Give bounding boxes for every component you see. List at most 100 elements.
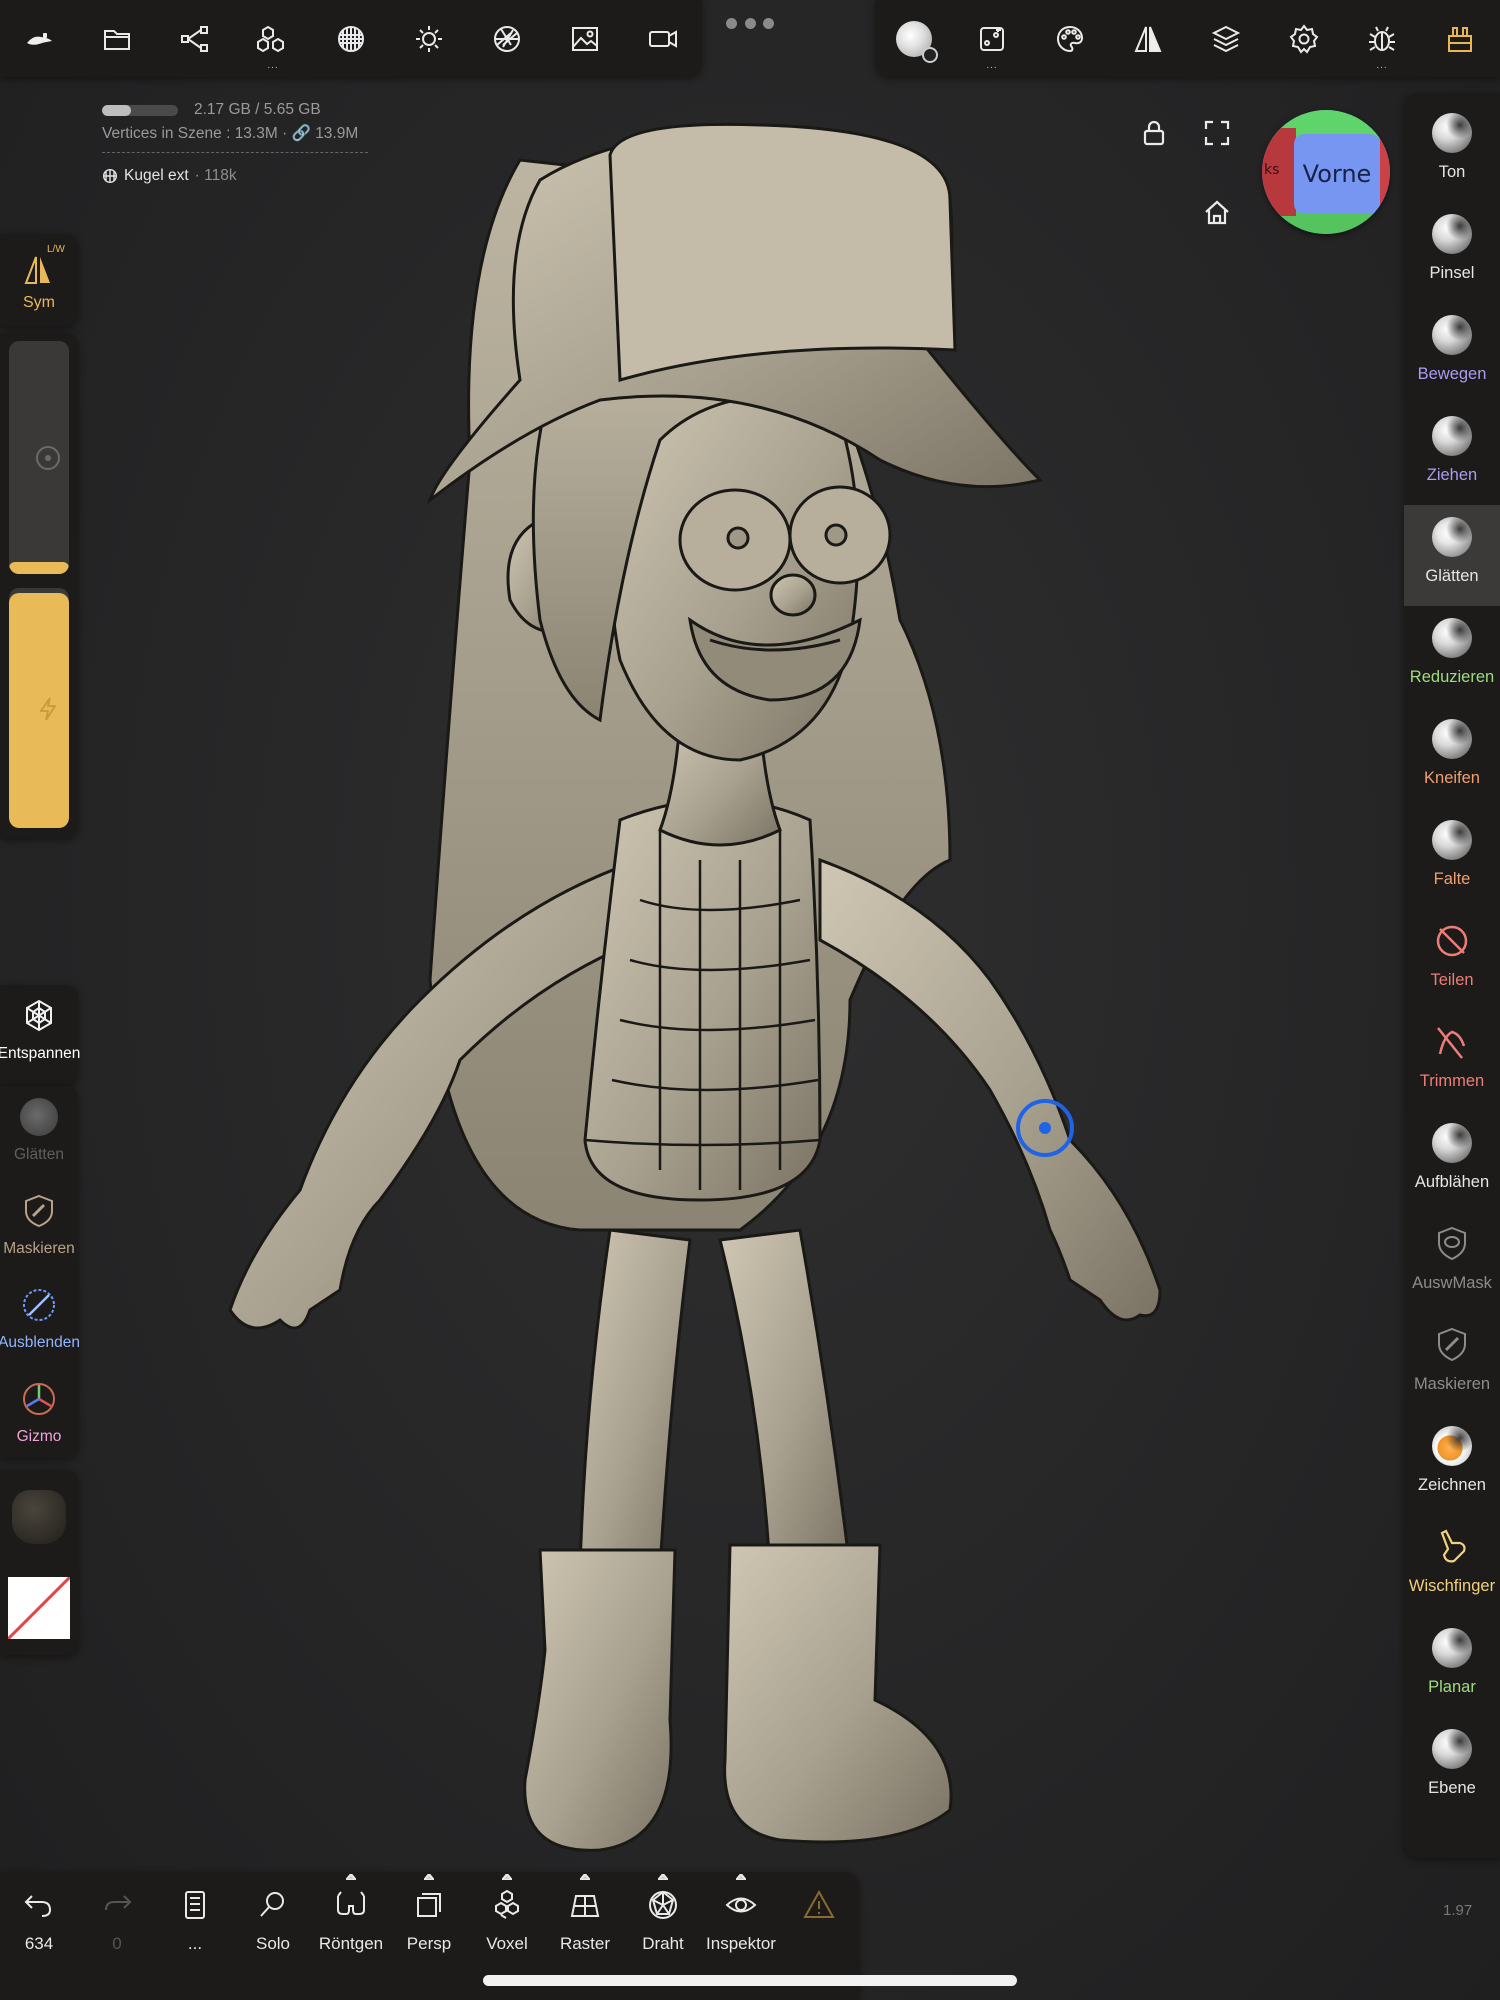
mask-icon xyxy=(1438,1327,1466,1362)
drag-sphere-icon xyxy=(1432,416,1472,456)
voxel-button[interactable]: Voxel xyxy=(468,1872,546,1972)
view-cube-side-label: ks xyxy=(1264,162,1280,178)
tool-clay-sphere[interactable]: Ton xyxy=(1404,101,1500,202)
brush-sphere-icon xyxy=(1432,214,1472,254)
inspector-eye-icon xyxy=(725,1897,757,1913)
history-list-icon xyxy=(185,1891,205,1919)
tool-smooth-sphere[interactable]: Glätten xyxy=(1404,505,1500,606)
tool-flatten-sphere[interactable]: Reduzieren xyxy=(1404,606,1500,707)
button-label: Raster xyxy=(559,1934,611,1953)
caret-up-icon xyxy=(658,1874,668,1880)
settings-gear-icon[interactable] xyxy=(1265,0,1343,77)
inspector-eye-button[interactable]: Inspektor xyxy=(702,1872,780,1972)
perspective-icon xyxy=(417,1893,441,1917)
home-icon[interactable] xyxy=(1197,192,1237,232)
tool-drag-sphere[interactable]: Ziehen xyxy=(1404,404,1500,505)
button-label: Voxel xyxy=(486,1934,528,1953)
mesh-cubes-icon[interactable]: ... xyxy=(234,0,312,77)
more-menu-dots[interactable] xyxy=(726,14,774,32)
camera-aperture-icon[interactable] xyxy=(468,0,546,77)
tool-maskieren-secondary[interactable]: Maskieren xyxy=(0,1180,78,1274)
tool-label: Zeichnen xyxy=(1418,1476,1486,1494)
tool-select-mask[interactable]: AuswMask xyxy=(1404,1212,1500,1313)
perspective-button[interactable]: Persp xyxy=(390,1872,468,1972)
app-version: 1.97 xyxy=(1443,1902,1473,1919)
tool-layer-sphere[interactable]: Ebene xyxy=(1404,1717,1500,1818)
plugin-icon[interactable] xyxy=(1421,0,1499,77)
debug-bug-icon[interactable]: ... xyxy=(1343,0,1421,77)
folder-icon[interactable] xyxy=(78,0,156,77)
grid-button[interactable]: Raster xyxy=(546,1872,624,1972)
button-label: ... xyxy=(187,1934,203,1953)
left-tool-panel-top: Entspannen xyxy=(0,985,80,1085)
button-label: Solo xyxy=(255,1934,291,1953)
tool-label: Ausblenden xyxy=(0,1334,80,1351)
home-indicator xyxy=(483,1975,1017,1986)
material-preview[interactable] xyxy=(12,1490,66,1544)
memory-bar xyxy=(102,104,178,116)
split-icon xyxy=(1436,925,1468,957)
tool-move-sphere[interactable]: Bewegen xyxy=(1404,303,1500,404)
more-indicator: ... xyxy=(267,60,279,71)
intensity-bolt-icon xyxy=(39,697,57,721)
trim-icon xyxy=(1437,1027,1466,1059)
wireframe-button[interactable]: Draht xyxy=(624,1872,702,1972)
smooth-sphere-icon xyxy=(1432,517,1472,557)
crease-sphere-icon xyxy=(1432,820,1472,860)
undo-button[interactable]: 634 xyxy=(0,1872,78,1972)
solo-search-button[interactable]: Solo xyxy=(234,1872,312,1972)
tool-gizmo[interactable]: Gizmo xyxy=(0,1368,78,1462)
radius-slider[interactable] xyxy=(9,341,69,574)
tool-planar-sphere[interactable]: Planar xyxy=(1404,1616,1500,1717)
tool-inflate-sphere[interactable]: Aufblähen xyxy=(1404,1111,1500,1212)
color-swatch-none[interactable] xyxy=(8,1577,70,1639)
view-cube[interactable]: ks Vorne xyxy=(1262,110,1390,234)
symmetry-icon[interactable] xyxy=(1109,0,1187,77)
nomad-logo-icon[interactable] xyxy=(0,0,78,77)
symmetry-mode-label: L/W xyxy=(47,244,65,255)
stroke-settings-icon[interactable]: ... xyxy=(953,0,1031,77)
warning-button[interactable] xyxy=(780,1872,858,1972)
tool-label: Aufblähen xyxy=(1414,1173,1490,1191)
tool-glaetten-secondary[interactable]: Glätten xyxy=(0,1086,78,1180)
light-icon[interactable] xyxy=(390,0,468,77)
caret-up-icon xyxy=(580,1874,590,1880)
radius-slider-fill xyxy=(9,562,69,574)
xray-glasses-button[interactable]: Röntgen xyxy=(312,1872,390,1972)
topology-sphere-icon[interactable] xyxy=(312,0,390,77)
hide-icon xyxy=(23,1289,55,1321)
tool-split[interactable]: Teilen xyxy=(1404,909,1500,1010)
tool-crease-sphere[interactable]: Falte xyxy=(1404,808,1500,909)
palette-icon[interactable] xyxy=(1031,0,1109,77)
voxel-icon xyxy=(495,1889,519,1919)
tool-label: Reduzieren xyxy=(1409,668,1495,686)
tool-ausblenden[interactable]: Ausblenden xyxy=(0,1274,80,1368)
tool-label: Ton xyxy=(1438,163,1466,181)
tool-trim[interactable]: Trimmen xyxy=(1404,1010,1500,1111)
intensity-slider[interactable] xyxy=(9,588,69,828)
tool-entspannen[interactable]: Entspannen xyxy=(0,985,80,1079)
brush-alpha-icon[interactable] xyxy=(875,0,953,77)
button-label: 0 xyxy=(112,1934,122,1953)
smudge-finger-icon xyxy=(1440,1529,1466,1563)
tool-mask[interactable]: Maskieren xyxy=(1404,1313,1500,1414)
history-list-button[interactable]: ... xyxy=(156,1872,234,1972)
scene-graph-icon[interactable] xyxy=(156,0,234,77)
tool-label: Kneifen xyxy=(1424,769,1480,787)
tool-pinch-sphere[interactable]: Kneifen xyxy=(1404,707,1500,808)
tool-paint-sphere[interactable]: Zeichnen xyxy=(1404,1414,1500,1515)
brush-cursor xyxy=(1016,1099,1074,1157)
symmetry-toggle[interactable]: L/W Sym xyxy=(0,234,78,326)
xray-glasses-icon xyxy=(337,1891,365,1915)
planar-sphere-icon xyxy=(1432,1628,1472,1668)
fullscreen-icon[interactable] xyxy=(1197,113,1237,153)
tool-label: Bewegen xyxy=(1417,365,1487,383)
video-camera-icon[interactable] xyxy=(624,0,702,77)
tool-smudge-finger[interactable]: Wischfinger xyxy=(1404,1515,1500,1616)
tool-brush-sphere[interactable]: Pinsel xyxy=(1404,202,1500,303)
redo-button[interactable]: 0 xyxy=(78,1872,156,1972)
tool-label: Glätten xyxy=(14,1146,64,1163)
select-mask-icon xyxy=(1438,1226,1466,1261)
background-image-icon[interactable] xyxy=(546,0,624,77)
layers-icon[interactable] xyxy=(1187,0,1265,77)
